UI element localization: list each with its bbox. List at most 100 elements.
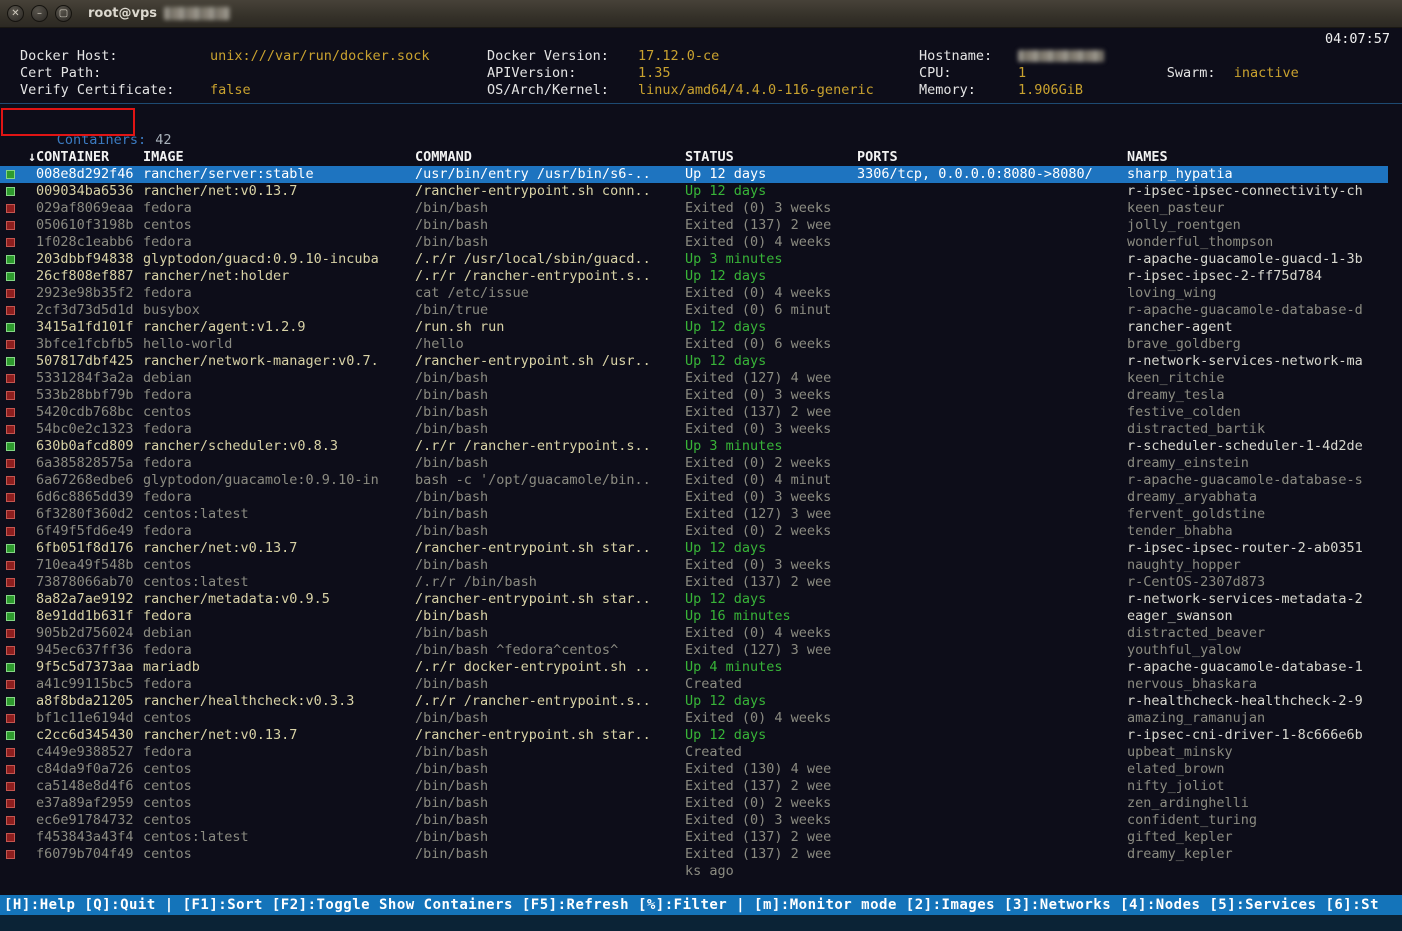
container-command: /bin/bash: [415, 506, 685, 523]
table-row[interactable]: 8e91dd1b631f fedora /bin/bash Up 16 minu…: [0, 608, 1388, 625]
container-status: Exited (0) 3 weeks: [685, 387, 857, 404]
container-image: rancher/net:v0.13.7: [143, 183, 415, 200]
window-close-button[interactable]: ✕: [7, 5, 24, 22]
docker-version-value: 17.12.0-ce: [638, 48, 719, 64]
table-row[interactable]: 029af8069eaa fedora /bin/bash Exited (0)…: [0, 200, 1388, 217]
table-row[interactable]: 6d6c8865dd39 fedora /bin/bash Exited (0)…: [0, 489, 1388, 506]
container-image: fedora: [143, 744, 415, 761]
container-command: /bin/bash ^fedora^centos^: [415, 642, 685, 659]
container-name: r-ipsec-ipsec-router-2-ab0351: [1127, 540, 1388, 557]
container-image: centos: [143, 795, 415, 812]
table-header-row: ↓ CONTAINER IMAGE COMMAND STATUS PORTS N…: [0, 149, 1388, 166]
container-image: fedora: [143, 676, 415, 693]
container-status: Up 12 days: [685, 353, 857, 370]
state-indicator-icon: [0, 659, 36, 676]
container-name: dreamy_einstein: [1127, 455, 1388, 472]
sort-direction-icon: ↓: [0, 149, 36, 166]
table-row[interactable]: f453843a43f4 centos:latest /bin/bash Exi…: [0, 829, 1388, 846]
table-row[interactable]: 3415a1fd101f rancher/agent:v1.2.9 /run.s…: [0, 319, 1388, 336]
container-image: rancher/network-manager:v0.7.: [143, 353, 415, 370]
state-indicator-icon: [0, 812, 36, 829]
table-row[interactable]: 3bfce1fcbfb5 hello-world /hello Exited (…: [0, 336, 1388, 353]
container-ports: [857, 625, 1127, 642]
table-row[interactable]: 5331284f3a2a debian /bin/bash Exited (12…: [0, 370, 1388, 387]
column-header-names: NAMES: [1127, 149, 1388, 166]
table-row[interactable]: 6a385828575a fedora /bin/bash Exited (0)…: [0, 455, 1388, 472]
table-row[interactable]: 6a67268edbe6 glyptodon/guacamole:0.9.10-…: [0, 472, 1388, 489]
table-row[interactable]: 050610f3198b centos /bin/bash Exited (13…: [0, 217, 1388, 234]
container-ports: [857, 727, 1127, 744]
table-row[interactable]: c449e9388527 fedora /bin/bash Created up…: [0, 744, 1388, 761]
container-name: r-ipsec-ipsec-2-ff75d784: [1127, 268, 1388, 285]
docker-version-label: Docker Version:: [487, 48, 638, 65]
table-row[interactable]: 6fb051f8d176 rancher/net:v0.13.7 /ranche…: [0, 540, 1388, 557]
table-row[interactable]: 905b2d756024 debian /bin/bash Exited (0)…: [0, 625, 1388, 642]
table-row[interactable]: c2cc6d345430 rancher/net:v0.13.7 /ranche…: [0, 727, 1388, 744]
redacted-hostname: [1018, 50, 1104, 62]
memory-label: Memory:: [919, 82, 1018, 99]
table-row[interactable]: 73878066ab70 centos:latest /.r/r /bin/ba…: [0, 574, 1388, 591]
docker-host-info: Docker Host:unix:///var/run/docker.sock …: [20, 48, 429, 99]
table-row[interactable]: 203dbbf94838 glyptodon/guacd:0.9.10-incu…: [0, 251, 1388, 268]
table-row[interactable]: ec6e91784732 centos /bin/bash Exited (0)…: [0, 812, 1388, 829]
container-name: festive_colden: [1127, 404, 1388, 421]
table-row[interactable]: 2923e98b35f2 fedora cat /etc/issue Exite…: [0, 285, 1388, 302]
container-status: Exited (130) 4 wee: [685, 761, 857, 778]
state-indicator-icon: [0, 183, 36, 200]
table-row[interactable]: a8f8bda21205 rancher/healthcheck:v0.3.3 …: [0, 693, 1388, 710]
table-row[interactable]: 945ec637ff36 fedora /bin/bash ^fedora^ce…: [0, 642, 1388, 659]
container-status: Up 12 days: [685, 166, 857, 183]
table-row[interactable]: 533b28bbf79b fedora /bin/bash Exited (0)…: [0, 387, 1388, 404]
state-indicator-icon: [0, 557, 36, 574]
table-row[interactable]: 54bc0e2c1323 fedora /bin/bash Exited (0)…: [0, 421, 1388, 438]
table-row[interactable]: 507817dbf425 rancher/network-manager:v0.…: [0, 353, 1388, 370]
table-row[interactable]: f6079b704f49 centos /bin/bash Exited (13…: [0, 846, 1388, 863]
table-row[interactable]: a41c99115bc5 fedora /bin/bash Created ne…: [0, 676, 1388, 693]
window-minimize-button[interactable]: –: [31, 5, 48, 22]
verify-certificate-value: false: [210, 82, 251, 98]
container-id: 2cf3d73d5d1d: [36, 302, 143, 319]
table-row[interactable]: 2cf3d73d5d1d busybox /bin/true Exited (0…: [0, 302, 1388, 319]
container-ports: [857, 659, 1127, 676]
table-row[interactable]: 5420cdb768bc centos /bin/bash Exited (13…: [0, 404, 1388, 421]
table-row[interactable]: ca5148e8d4f6 centos /bin/bash Exited (13…: [0, 778, 1388, 795]
container-name: r-ipsec-ipsec-connectivity-ch: [1127, 183, 1388, 200]
container-command: /bin/bash: [415, 489, 685, 506]
container-ports: [857, 251, 1127, 268]
container-name: r-CentOS-2307d873: [1127, 574, 1388, 591]
table-row[interactable]: c84da9f0a726 centos /bin/bash Exited (13…: [0, 761, 1388, 778]
container-id: a41c99115bc5: [36, 676, 143, 693]
table-row[interactable]: e37a89af2959 centos /bin/bash Exited (0)…: [0, 795, 1388, 812]
table-row[interactable]: 9f5c5d7373aa mariadb /.r/r docker-entryp…: [0, 659, 1388, 676]
container-id: 6f49f5fd6e49: [36, 523, 143, 540]
table-row[interactable]: 710ea49f548b centos /bin/bash Exited (0)…: [0, 557, 1388, 574]
memory-value: 1.906GiB: [1018, 82, 1083, 98]
table-row[interactable]: 8a82a7ae9192 rancher/metadata:v0.9.5 /ra…: [0, 591, 1388, 608]
container-id: 5420cdb768bc: [36, 404, 143, 421]
table-row[interactable]: bf1c11e6194d centos /bin/bash Exited (0)…: [0, 710, 1388, 727]
container-ports: [857, 608, 1127, 625]
container-id: 6a67268edbe6: [36, 472, 143, 489]
cert-path-label: Cert Path:: [20, 65, 210, 82]
state-indicator-icon: [0, 540, 36, 557]
container-id: 008e8d292f46: [36, 166, 143, 183]
container-status: Up 16 minutes: [685, 608, 857, 625]
table-row[interactable]: 008e8d292f46 rancher/server:stable /usr/…: [0, 166, 1388, 183]
container-id: ec6e91784732: [36, 812, 143, 829]
table-row[interactable]: 26cf808ef887 rancher/net:holder /.r/r /r…: [0, 268, 1388, 285]
container-status: Exited (127) 3 wee: [685, 642, 857, 659]
window-maximize-button[interactable]: ▢: [55, 5, 72, 22]
container-status: Exited (137) 2 wee: [685, 574, 857, 591]
table-row[interactable]: 009034ba6536 rancher/net:v0.13.7 /ranche…: [0, 183, 1388, 200]
container-id: 5331284f3a2a: [36, 370, 143, 387]
table-row[interactable]: 6f49f5fd6e49 fedora /bin/bash Exited (0)…: [0, 523, 1388, 540]
table-row[interactable]: 6f3280f360d2 centos:latest /bin/bash Exi…: [0, 506, 1388, 523]
container-ports: [857, 523, 1127, 540]
container-status: Exited (137) 2 wee: [685, 404, 857, 421]
table-row[interactable]: 1f028c1eabb6 fedora /bin/bash Exited (0)…: [0, 234, 1388, 251]
container-command: /bin/bash: [415, 421, 685, 438]
container-status: Exited (0) 3 weeks: [685, 200, 857, 217]
table-row[interactable]: 630b0afcd809 rancher/scheduler:v0.8.3 /.…: [0, 438, 1388, 455]
container-command: /bin/bash: [415, 795, 685, 812]
container-name: r-healthcheck-healthcheck-2-9: [1127, 693, 1388, 710]
